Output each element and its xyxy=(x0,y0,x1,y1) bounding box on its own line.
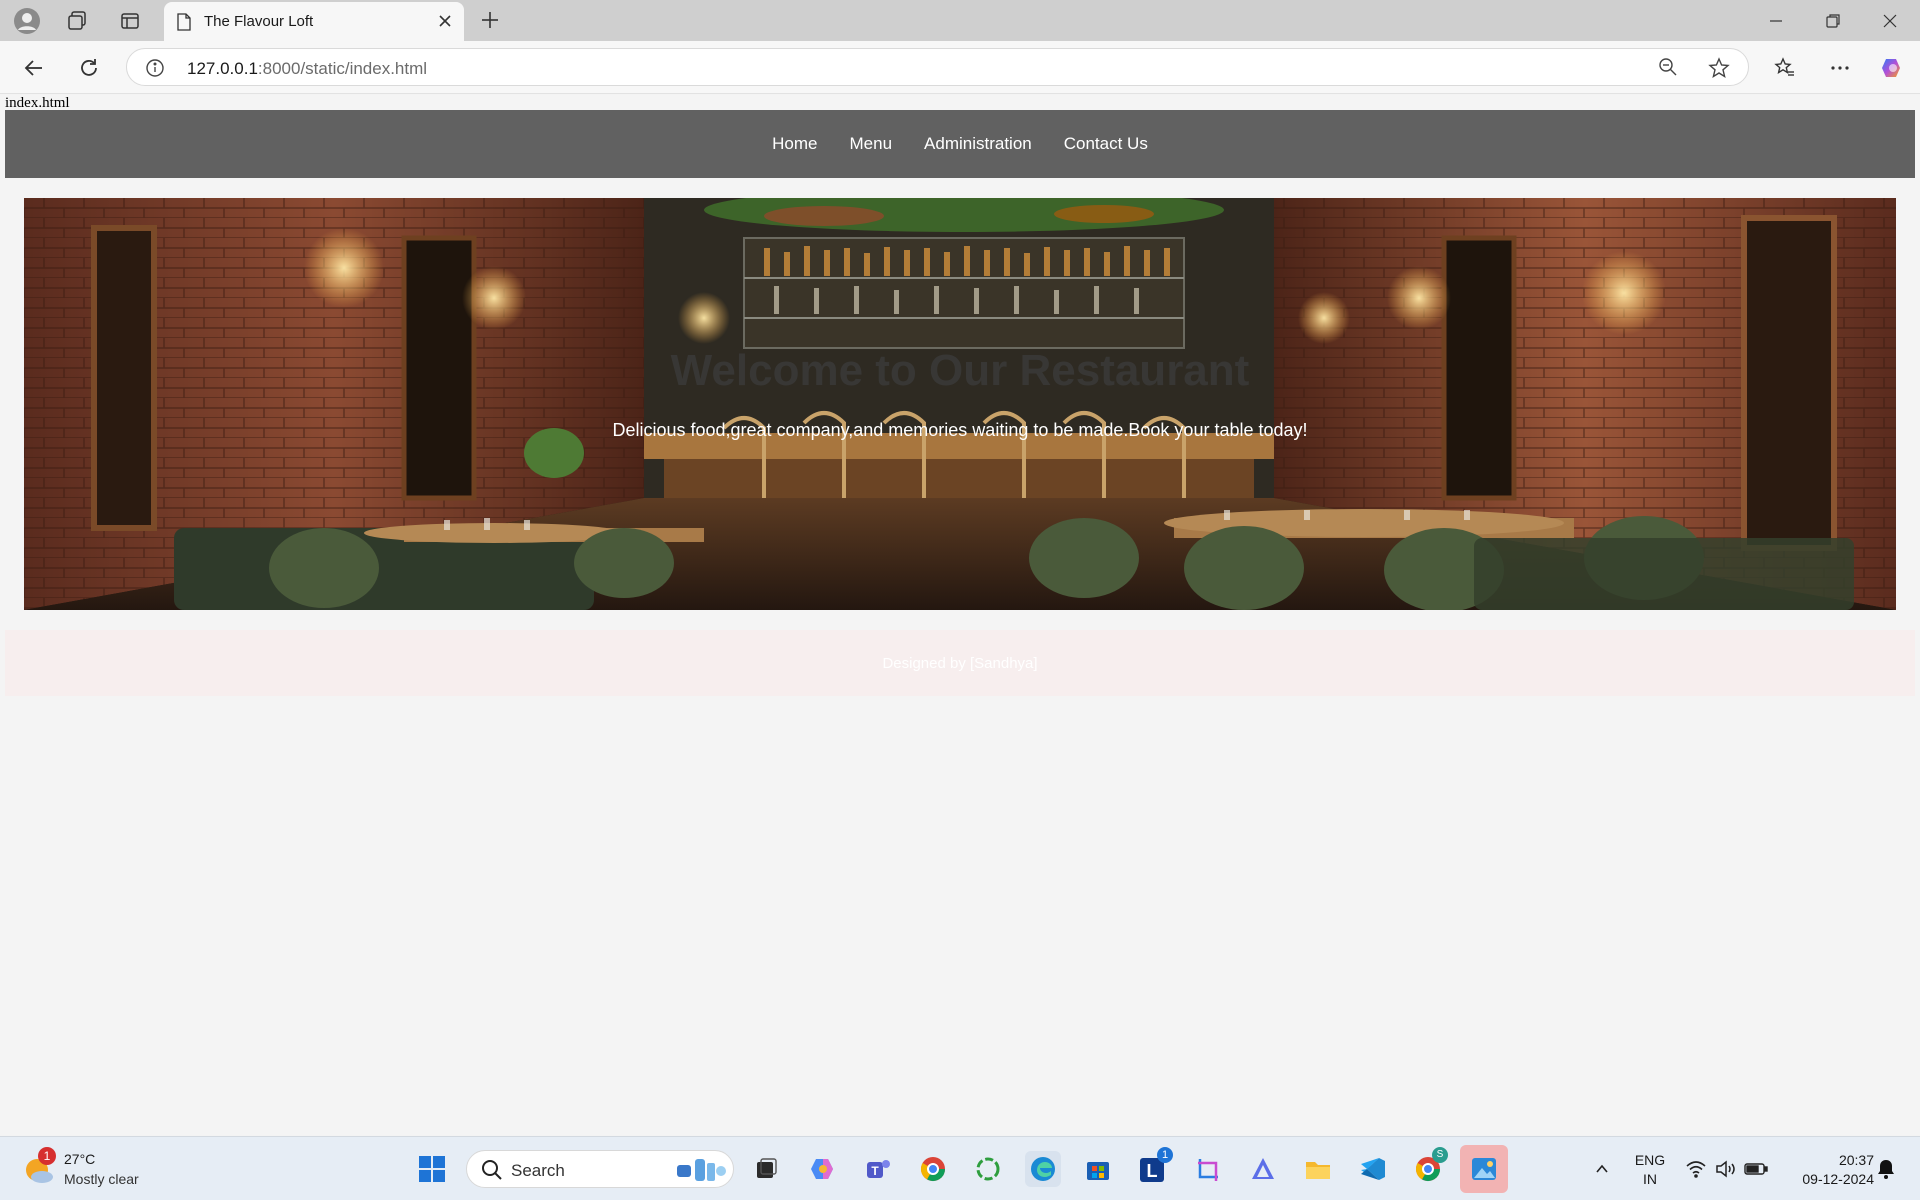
url-text: 127.0.0.1:8000/static/index.html xyxy=(187,59,427,79)
taskbar-search[interactable]: Search xyxy=(466,1150,734,1188)
site-navbar: Home Menu Administration Contact Us xyxy=(5,110,1915,178)
weather-widget[interactable]: 1 27°C Mostly clear xyxy=(22,1147,182,1191)
chrome-icon[interactable] xyxy=(915,1151,951,1187)
photos-app-icon[interactable] xyxy=(1460,1145,1508,1193)
vscode-icon[interactable] xyxy=(1355,1151,1391,1187)
favorite-star-icon[interactable] xyxy=(1708,57,1730,84)
tab-title: The Flavour Loft xyxy=(204,13,314,30)
page-icon xyxy=(176,13,192,36)
footer-credit: Designed by [Sandhya] xyxy=(882,654,1038,672)
language-indicator[interactable]: ENG IN xyxy=(1630,1151,1670,1189)
nav-administration-link[interactable]: Administration xyxy=(908,134,1048,154)
svg-text:L: L xyxy=(1147,1161,1158,1181)
hero-subtitle: Delicious food,great company,and memorie… xyxy=(612,420,1308,440)
favorites-icon[interactable] xyxy=(1770,53,1800,83)
refresh-app-icon[interactable] xyxy=(970,1151,1006,1187)
teams-icon[interactable]: T xyxy=(860,1151,896,1187)
language-line2: IN xyxy=(1643,1171,1657,1187)
l-app-badge: 1 xyxy=(1157,1147,1173,1163)
arc-app-icon[interactable] xyxy=(1245,1151,1281,1187)
site-footer: Designed by [Sandhya] xyxy=(5,630,1915,696)
url-host: 127.0.0.1 xyxy=(187,59,258,78)
tab-active[interactable]: The Flavour Loft xyxy=(164,2,464,42)
tab-actions-icon[interactable] xyxy=(115,6,145,36)
hero-banner: Welcome to Our Restaurant Delicious food… xyxy=(24,198,1896,610)
search-label: Search xyxy=(511,1161,565,1180)
snipping-tool-icon[interactable] xyxy=(1190,1151,1226,1187)
clock-date: 09-12-2024 xyxy=(1802,1171,1874,1187)
reload-icon[interactable] xyxy=(74,53,104,83)
browser-toolbar: 127.0.0.1:8000/static/index.html xyxy=(0,41,1920,94)
language-line1: ENG xyxy=(1634,1152,1666,1168)
edge-icon[interactable] xyxy=(1025,1151,1061,1187)
site-info-icon[interactable] xyxy=(145,58,165,83)
search-highlight-icon xyxy=(673,1157,729,1188)
close-tab-icon[interactable] xyxy=(436,12,454,35)
file-explorer-icon[interactable] xyxy=(1300,1151,1336,1187)
copilot-app-icon[interactable] xyxy=(805,1151,841,1187)
browser-tab-bar: The Flavour Loft xyxy=(0,0,1920,42)
more-options-icon[interactable] xyxy=(1825,53,1855,83)
windows-taskbar: 1 27°C Mostly clear Search T L 1 S ENG I… xyxy=(0,1136,1920,1200)
search-icon xyxy=(481,1159,503,1186)
nav-contact-link[interactable]: Contact Us xyxy=(1048,134,1164,154)
clock-time: 20:37 xyxy=(1838,1152,1874,1168)
minimize-icon[interactable] xyxy=(1761,8,1791,34)
chrome-profile-badge: S xyxy=(1432,1147,1448,1163)
show-hidden-icons[interactable] xyxy=(1584,1151,1620,1187)
task-view-icon[interactable] xyxy=(748,1151,784,1187)
restore-icon[interactable] xyxy=(1818,8,1848,34)
profile-icon[interactable] xyxy=(12,6,42,36)
restaurant-interior-image xyxy=(24,198,1896,610)
weather-desc: Mostly clear xyxy=(64,1171,139,1187)
nav-home-link[interactable]: Home xyxy=(756,134,833,154)
svg-text:T: T xyxy=(871,1164,879,1178)
l-app-icon[interactable]: L 1 xyxy=(1135,1147,1173,1187)
hero-title: Welcome to Our Restaurant xyxy=(670,346,1250,395)
zoom-out-icon[interactable] xyxy=(1658,57,1678,82)
battery-icon[interactable] xyxy=(1738,1151,1774,1187)
close-window-icon[interactable] xyxy=(1875,8,1905,34)
clock[interactable]: 20:37 09-12-2024 xyxy=(1784,1151,1874,1189)
windows-start-icon[interactable] xyxy=(414,1151,450,1187)
address-bar[interactable]: 127.0.0.1:8000/static/index.html xyxy=(126,48,1749,86)
new-tab-icon[interactable] xyxy=(478,8,502,37)
weather-badge: 1 xyxy=(38,1147,56,1165)
nav-menu-link[interactable]: Menu xyxy=(834,134,909,154)
store-icon[interactable] xyxy=(1080,1151,1116,1187)
web-page: index.html Home Menu Administration Cont… xyxy=(0,95,1920,1135)
notification-bell-icon[interactable] xyxy=(1868,1151,1904,1187)
weather-temp: 27°C xyxy=(64,1151,96,1167)
chrome-profile-icon[interactable]: S xyxy=(1410,1147,1448,1187)
back-icon[interactable] xyxy=(19,53,49,83)
workspaces-icon[interactable] xyxy=(62,6,92,36)
copilot-icon[interactable] xyxy=(1878,53,1908,83)
url-path: :8000/static/index.html xyxy=(257,59,428,78)
